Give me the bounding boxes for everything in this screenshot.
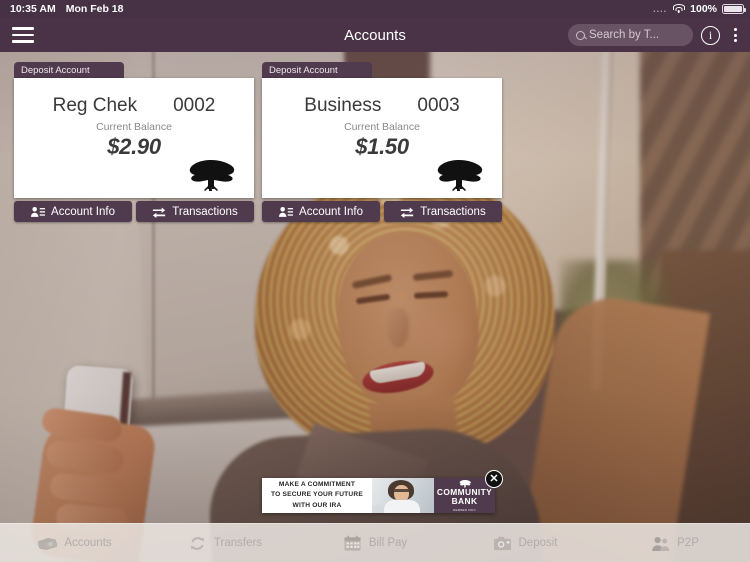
account-card[interactable]: Deposit Account Business 0003 Current Ba… (262, 62, 502, 222)
status-date: Mon Feb 18 (65, 3, 124, 15)
account-actions: Account Info Transactions (262, 201, 502, 222)
tree-logo-icon (437, 160, 483, 191)
status-bar: 10:35 AM Mon Feb 18 .... 100% (0, 0, 750, 18)
accounts-list: Deposit Account Reg Chek 0002 Current Ba… (0, 52, 750, 232)
account-info-label: Account Info (51, 205, 115, 218)
tab-label: P2P (677, 537, 699, 549)
status-time: 10:35 AM (10, 3, 56, 15)
account-actions: Account Info Transactions (14, 201, 254, 222)
account-header-row: Reg Chek 0002 (14, 78, 254, 117)
ad-line-2: TO SECURE YOUR FUTURE (271, 491, 363, 499)
tab-label: Deposit (518, 537, 558, 549)
calendar-icon (344, 535, 361, 551)
status-bar-left: 10:35 AM Mon Feb 18 (10, 3, 123, 15)
account-name: Reg Chek (52, 95, 138, 116)
transactions-label: Transactions (172, 205, 238, 218)
transactions-button[interactable]: Transactions (384, 201, 502, 222)
account-name: Business (304, 95, 382, 116)
tab-transfers[interactable]: Transfers (150, 535, 300, 552)
tab-label: Accounts (64, 537, 112, 549)
ad-photo-body (384, 500, 420, 513)
account-card-body[interactable]: Business 0003 Current Balance $1.50 (262, 78, 502, 198)
search-input[interactable]: Search by T... (568, 24, 693, 46)
transactions-label: Transactions (420, 205, 486, 218)
account-type-tab: Deposit Account (262, 62, 372, 78)
search-placeholder-label: Search by T... (589, 29, 660, 41)
refresh-arrows-icon (190, 536, 205, 550)
account-header-row: Business 0003 (262, 78, 502, 117)
account-info-label: Account Info (299, 205, 363, 218)
battery-percent-label: 100% (690, 3, 717, 15)
tab-bill-pay[interactable]: Bill Pay (300, 535, 450, 552)
battery-full-icon (722, 4, 747, 14)
navigation-bar: Accounts Search by T... i (0, 18, 750, 52)
people-icon (652, 536, 670, 551)
account-card[interactable]: Deposit Account Reg Chek 0002 Current Ba… (14, 62, 254, 222)
overflow-menu-icon[interactable] (728, 26, 742, 44)
cards-icon (38, 537, 58, 550)
photo-nose (387, 308, 409, 348)
ad-headline: MAKE A COMMITMENT TO SECURE YOUR FUTURE … (262, 478, 372, 513)
ad-photo-glasses (394, 489, 409, 492)
tab-label: Transfers (213, 537, 263, 549)
brand-tagline: MEMBER FDIC (453, 507, 476, 512)
transfer-arrows-icon (401, 207, 414, 218)
wifi-icon (672, 4, 685, 14)
close-icon[interactable]: ✕ (485, 470, 503, 488)
brand-name-line-2: BANK (451, 496, 478, 507)
tree-logo-icon (189, 160, 235, 191)
balance-label: Current Balance (96, 121, 172, 133)
bottom-tab-bar: Accounts Transfers Bill Pay Deposit P2P (0, 523, 750, 562)
info-icon[interactable]: i (701, 25, 720, 45)
camera-icon (493, 536, 511, 550)
tab-label: Bill Pay (368, 537, 408, 549)
account-info-button[interactable]: Account Info (262, 201, 380, 222)
person-list-icon (279, 206, 294, 217)
tab-accounts[interactable]: Accounts (0, 535, 150, 552)
tab-deposit[interactable]: Deposit (450, 535, 600, 552)
ad-line-1: MAKE A COMMITMENT (278, 481, 356, 489)
hamburger-menu-icon[interactable] (8, 22, 38, 48)
signal-dots-icon: .... (653, 4, 668, 14)
ad-photo (372, 478, 434, 513)
account-card-body[interactable]: Reg Chek 0002 Current Balance $2.90 (14, 78, 254, 198)
advertisement-banner[interactable]: MAKE A COMMITMENT TO SECURE YOUR FUTURE … (262, 470, 503, 513)
transactions-button[interactable]: Transactions (136, 201, 254, 222)
account-type-tab: Deposit Account (14, 62, 124, 78)
transfer-arrows-icon (153, 207, 166, 218)
account-number: 0002 (173, 95, 216, 116)
search-icon (576, 30, 585, 40)
balance-label: Current Balance (344, 121, 420, 133)
account-number: 0003 (417, 95, 460, 116)
status-bar-right: .... 100% (653, 3, 747, 15)
tab-p2p[interactable]: P2P (600, 535, 750, 552)
navigation-bar-actions: Search by T... i (568, 24, 742, 46)
photo-cheek (405, 300, 475, 370)
ad-line-3: WITH OUR IRA (292, 501, 342, 509)
person-list-icon (31, 206, 46, 217)
account-info-button[interactable]: Account Info (14, 201, 132, 222)
